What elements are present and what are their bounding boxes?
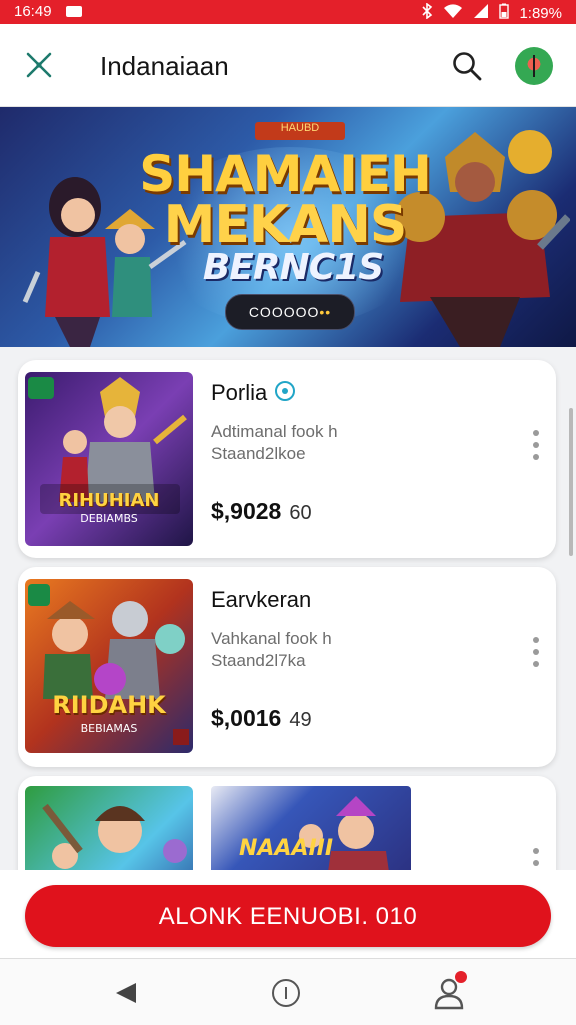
- home-icon[interactable]: [272, 979, 300, 1007]
- more-options-icon[interactable]: [532, 637, 540, 675]
- search-icon[interactable]: [451, 50, 483, 82]
- banner-pager[interactable]: COOOOO••: [225, 294, 355, 330]
- page-title: Indanaiaan: [100, 51, 229, 81]
- product-card[interactable]: RIIDAHK BEBIAMAS Earvkeran Vahkanal fook…: [18, 567, 556, 767]
- avatar[interactable]: [515, 47, 553, 85]
- notification-icon: [66, 6, 82, 17]
- battery-percent: 1:89%: [519, 4, 562, 22]
- verified-icon: [275, 381, 296, 402]
- product-description: Adtimanal fook h: [211, 422, 338, 441]
- product-name: Earvkeran: [211, 587, 312, 612]
- product-name: Porlia: [211, 380, 268, 405]
- thumbnail-subtitle: BEBIAMAS: [80, 722, 138, 735]
- product-price-secondary: 60: [289, 502, 312, 524]
- product-subtitle: Staand2lkoe: [211, 444, 306, 463]
- back-icon[interactable]: [114, 981, 138, 1010]
- product-thumbnail[interactable]: RIHUHIAN DEBIAMBS: [25, 372, 193, 546]
- system-nav-bar: [0, 958, 576, 1025]
- thumbnail-subtitle: DEBIAMBS: [80, 512, 138, 525]
- banner-tag: HAUBD: [255, 122, 345, 140]
- bluetooth-icon: [421, 2, 433, 23]
- product-card[interactable]: RIHUHIAN DEBIAMBS Porlia Adtimanal fook …: [18, 360, 556, 558]
- app-bar: Indanaiaan: [0, 24, 576, 107]
- product-price: $,0016: [211, 705, 282, 731]
- status-time: 16:49: [14, 3, 52, 20]
- cta-container: ALONK EENUOBI. 010: [0, 870, 576, 958]
- pager-active-dots: ••: [319, 304, 332, 320]
- banner-title-line3: BERNC1S: [202, 247, 384, 288]
- more-options-icon[interactable]: [532, 430, 540, 468]
- thumbnail-title: NAAAIII: [239, 836, 334, 861]
- primary-action-button[interactable]: ALONK EENUOBI. 010: [25, 885, 551, 947]
- product-price-secondary: 49: [289, 709, 312, 731]
- thumbnail-title: RIIDAHK: [52, 691, 166, 719]
- scrollbar[interactable]: [569, 408, 573, 556]
- banner-title-line2: MEKANS: [163, 195, 408, 255]
- promo-banner[interactable]: HAUBD SHAMAIEH MEKANS BERNC1S COOOOO••: [0, 107, 576, 347]
- product-subtitle: Staand2l7ka: [211, 651, 306, 670]
- notification-badge: [455, 971, 467, 983]
- close-icon[interactable]: [24, 50, 54, 80]
- pager-dots: COOOOO: [248, 304, 320, 320]
- status-bar: 16:49 1:89%: [0, 0, 576, 24]
- product-thumbnail[interactable]: RIIDAHK BEBIAMAS: [25, 579, 193, 753]
- signal-icon: [473, 3, 489, 23]
- thumbnail-title: RIHUHIAN: [58, 490, 160, 511]
- product-price: $,9028: [211, 498, 282, 524]
- product-description: Vahkanal fook h: [211, 629, 332, 648]
- battery-icon: [499, 3, 510, 23]
- wifi-icon: [443, 3, 463, 23]
